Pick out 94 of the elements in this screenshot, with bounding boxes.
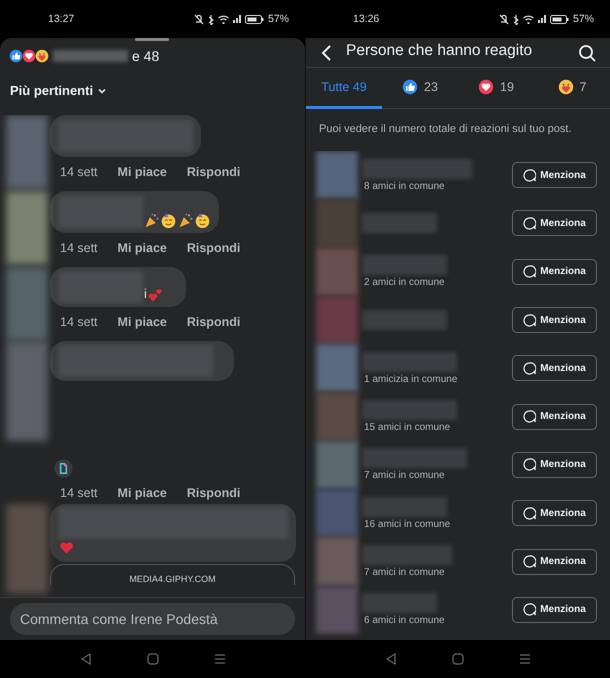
- like-icon: [402, 79, 418, 95]
- info-text: Puoi vedere il numero totale di reazioni sul tuo post.: [318, 122, 573, 137]
- like-link[interactable]: Mi piace: [118, 315, 167, 329]
- speech-bubble-icon: [523, 265, 536, 278]
- like-link[interactable]: Mi piace: [118, 241, 167, 255]
- bluetooth-icon: [208, 14, 214, 24]
- reaction-tab[interactable]: Tutte 49: [306, 68, 382, 109]
- speech-bubble-icon: [523, 410, 536, 424]
- mutual-friends: 2 amici in comune: [363, 277, 446, 288]
- battery-icon: [244, 14, 264, 24]
- comment-time: 14 sett: [60, 241, 98, 255]
- menu-nav-icon[interactable]: [214, 653, 226, 665]
- speech-bubble-icon: [523, 603, 536, 616]
- mute-icon: [498, 14, 509, 24]
- blurred-avatar: [316, 586, 358, 634]
- search-icon[interactable]: [578, 44, 596, 62]
- reaction-tab[interactable]: 19: [458, 68, 534, 109]
- comment-field[interactable]: Commenta come Irene Podestà: [10, 603, 295, 635]
- comment-time: 14 sett: [60, 315, 98, 329]
- blurred-avatar: [316, 489, 358, 538]
- mutual-friends: 16 amici in comune: [363, 518, 452, 530]
- battery-percent: 57%: [268, 13, 289, 25]
- battery-icon: [550, 14, 569, 24]
- speech-bubble-icon: [523, 168, 536, 182]
- mutual-friends: 1 amicizia in comune: [363, 374, 458, 385]
- mention-button[interactable]: Menziona: [512, 307, 597, 334]
- drag-handle[interactable]: [135, 38, 169, 41]
- bluetooth-icon: [512, 14, 519, 24]
- reply-link[interactable]: Rispondi: [186, 315, 240, 329]
- back-nav-icon[interactable]: [384, 653, 396, 665]
- party-face-icon: [160, 212, 177, 229]
- signal-icon: [538, 15, 546, 23]
- reply-link[interactable]: Rispondi: [186, 241, 240, 255]
- blurred-avatar: [316, 296, 358, 344]
- speech-bubble-icon: [523, 506, 536, 520]
- link-domain: MEDIA4.GIPHY.COM: [129, 574, 216, 584]
- page-title: Persone che hanno reagito: [346, 42, 534, 60]
- blurred-avatar: [316, 440, 358, 490]
- speech-bubble-icon: [523, 555, 536, 568]
- mention-button[interactable]: Menziona: [512, 452, 597, 478]
- menu-nav-icon[interactable]: [518, 653, 530, 665]
- mutual-friends: 8 amici in comune: [363, 180, 446, 192]
- blurred-avatar: [316, 248, 358, 296]
- like-link[interactable]: Mi piace: [118, 486, 167, 500]
- status-time: 13:27: [48, 13, 74, 25]
- mention-button[interactable]: Menziona: [512, 162, 597, 188]
- blurred-avatar: [316, 151, 358, 200]
- mention-button[interactable]: Menziona: [512, 210, 597, 236]
- like-link[interactable]: Mi piace: [118, 165, 167, 179]
- chevron-down-icon: [97, 86, 108, 94]
- mutual-friends: 6 amici in comune: [363, 615, 446, 626]
- mutual-friends: 7 amici in comune: [363, 567, 446, 578]
- speech-bubble-icon: [523, 314, 536, 327]
- mutual-friends: 7 amici in comune: [363, 470, 446, 482]
- reply-link[interactable]: Rispondi: [186, 165, 240, 179]
- reaction-tab[interactable]: 7: [534, 68, 610, 109]
- speech-bubble-icon: [523, 362, 536, 375]
- wifi-icon: [522, 14, 534, 24]
- party-face-icon: [194, 212, 211, 229]
- mention-button[interactable]: Menziona: [512, 596, 597, 623]
- reply-link[interactable]: Rispondi: [186, 486, 240, 500]
- reaction-tab[interactable]: 23: [382, 68, 458, 109]
- blurred-avatar: [316, 392, 358, 441]
- party-popper-icon: [143, 212, 160, 229]
- comment-text: i: [144, 286, 147, 301]
- back-icon[interactable]: [320, 44, 332, 62]
- blurred-avatar: [316, 344, 358, 392]
- status-time: 13:26: [353, 13, 380, 25]
- mention-button[interactable]: Menziona: [512, 500, 597, 526]
- speech-bubble-icon: [523, 216, 536, 230]
- hug-emoji-icon: [558, 79, 574, 95]
- comment-time: 14 sett: [60, 165, 98, 179]
- reaction-count: e 48: [132, 48, 160, 64]
- mute-icon: [194, 14, 204, 24]
- party-popper-icon: [177, 212, 194, 229]
- hug-emoji-icon: [35, 49, 49, 63]
- home-nav-icon[interactable]: [146, 653, 158, 665]
- like-icon: [9, 49, 23, 63]
- wifi-icon: [218, 14, 229, 24]
- home-nav-icon[interactable]: [452, 653, 464, 665]
- mention-button[interactable]: Menziona: [512, 258, 597, 285]
- sort-dropdown[interactable]: Più pertinenti: [0, 83, 118, 98]
- blurred-avatar: [316, 199, 358, 248]
- mention-button[interactable]: Menziona: [512, 548, 597, 575]
- signal-icon: [232, 15, 241, 23]
- speech-bubble-icon: [523, 458, 536, 472]
- mention-button[interactable]: Menziona: [512, 404, 597, 430]
- comment-time: 14 sett: [60, 486, 98, 500]
- battery-percent: 57%: [572, 13, 594, 25]
- blurred-avatar: [316, 537, 358, 586]
- link-preview-card[interactable]: MEDIA4.GIPHY.COM: [50, 564, 295, 585]
- back-nav-icon[interactable]: [80, 653, 92, 665]
- mention-button[interactable]: Menziona: [512, 355, 597, 382]
- mutual-friends: 15 amici in comune: [363, 422, 452, 434]
